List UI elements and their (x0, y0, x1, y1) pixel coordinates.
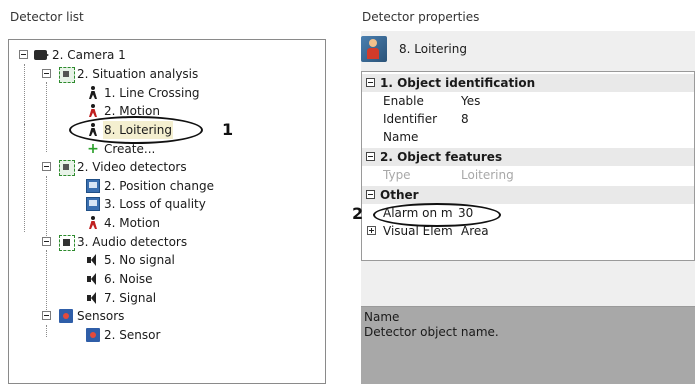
monitor-icon (86, 197, 100, 211)
description-panel: Name Detector object name. (361, 306, 695, 384)
tree-item-camera[interactable]: 2. Camera 1 (9, 46, 325, 64)
tree-item-label: 2. Position change (104, 179, 214, 193)
tree-item-label: 2. Sensor (104, 328, 161, 342)
collapse-toggle[interactable] (366, 190, 375, 199)
detector-list-title: Detector list (10, 10, 84, 24)
tree-item-video-detectors[interactable]: 2. Video detectors (9, 158, 325, 176)
category-object-features[interactable]: 2. Object features (362, 148, 694, 166)
person-icon (86, 216, 100, 230)
property-value[interactable]: 8 (461, 110, 469, 128)
callout-ellipse-1 (69, 116, 203, 144)
collapse-toggle[interactable] (42, 237, 51, 246)
tree-item-audio-detectors[interactable]: 3. Audio detectors (9, 233, 325, 251)
speaker-icon (86, 291, 100, 305)
tree-item-sensor[interactable]: 2. Sensor (9, 326, 325, 344)
tree-item-loss-of-quality[interactable]: 3. Loss of quality (9, 195, 325, 213)
sensor-icon (59, 309, 73, 323)
tree-item-signal[interactable]: 7. Signal (9, 289, 325, 307)
tree-item-noise[interactable]: 6. Noise (9, 270, 325, 288)
detector-title: 8. Loitering (399, 42, 467, 56)
group-icon (59, 160, 75, 176)
property-row-identifier[interactable]: Identifier 8 (362, 110, 694, 128)
collapse-toggle[interactable] (366, 78, 375, 87)
detector-properties-title: Detector properties (362, 10, 480, 24)
tree-item-label: 6. Noise (104, 272, 153, 286)
property-row-enable[interactable]: Enable Yes (362, 92, 694, 110)
person-icon (86, 104, 100, 118)
tree-item-line-crossing[interactable]: 1. Line Crossing (9, 84, 325, 102)
person-icon (86, 86, 100, 100)
callout-number-1: 1 (222, 120, 234, 139)
camera-icon (34, 50, 49, 60)
tree-item-label: 1. Line Crossing (104, 86, 200, 100)
description-title: Name (364, 310, 400, 324)
category-other[interactable]: Other (362, 186, 694, 204)
tree-item-label: 4. Motion (104, 216, 160, 230)
tree-item-create[interactable]: + Create... (9, 140, 325, 158)
collapse-toggle[interactable] (42, 69, 51, 78)
speaker-icon (86, 253, 100, 267)
property-row-type[interactable]: Type Loitering (362, 166, 694, 184)
audio-group-icon (59, 235, 75, 251)
callout-ellipse-2 (373, 203, 501, 227)
property-grid[interactable]: 1. Object identification Enable Yes Iden… (361, 71, 695, 261)
category-object-identification[interactable]: 1. Object identification (362, 74, 694, 92)
tree-item-label: 3. Audio detectors (77, 235, 188, 249)
description-text: Detector object name. (364, 325, 499, 339)
loitering-icon (361, 36, 387, 62)
tree-item-sensors[interactable]: Sensors (9, 307, 325, 325)
expand-toggle[interactable] (367, 226, 376, 235)
plus-icon: + (87, 141, 99, 157)
speaker-icon (86, 272, 100, 286)
category-label: Other (380, 188, 419, 202)
detector-header: 8. Loitering (361, 31, 695, 65)
sensor-icon (86, 328, 100, 342)
property-name: Identifier (383, 112, 438, 126)
tree-item-no-signal[interactable]: 5. No signal (9, 251, 325, 269)
collapse-toggle[interactable] (366, 152, 375, 161)
property-name: Enable (383, 94, 424, 108)
monitor-icon (86, 179, 100, 193)
tree-item-label: 2. Situation analysis (77, 67, 199, 81)
property-name: Type (383, 168, 411, 182)
category-label: 1. Object identification (380, 76, 536, 90)
tree-item-label: 7. Signal (104, 291, 157, 305)
tree-item-label: 2. Camera 1 (52, 48, 126, 62)
property-row-name[interactable]: Name (362, 128, 694, 146)
group-icon (59, 67, 75, 83)
callout-number-2: 2 (352, 204, 364, 223)
property-value[interactable]: Yes (461, 92, 480, 110)
detector-tree[interactable]: 2. Camera 1 2. Situation analysis 1. Lin… (8, 39, 326, 384)
tree-item-label: Sensors (77, 309, 125, 323)
collapse-toggle[interactable] (19, 50, 28, 59)
collapse-toggle[interactable] (42, 311, 51, 320)
tree-item-label: 5. No signal (104, 253, 175, 267)
tree-item-motion-video[interactable]: 4. Motion (9, 214, 325, 232)
tree-item-position-change[interactable]: 2. Position change (9, 177, 325, 195)
tree-item-label: 2. Video detectors (77, 160, 187, 174)
property-value: Loitering (461, 168, 514, 182)
tree-item-situation-analysis[interactable]: 2. Situation analysis (9, 65, 325, 83)
property-name: Name (383, 130, 419, 144)
collapse-toggle[interactable] (42, 162, 51, 171)
tree-item-label: 3. Loss of quality (104, 197, 206, 211)
category-label: 2. Object features (380, 150, 503, 164)
